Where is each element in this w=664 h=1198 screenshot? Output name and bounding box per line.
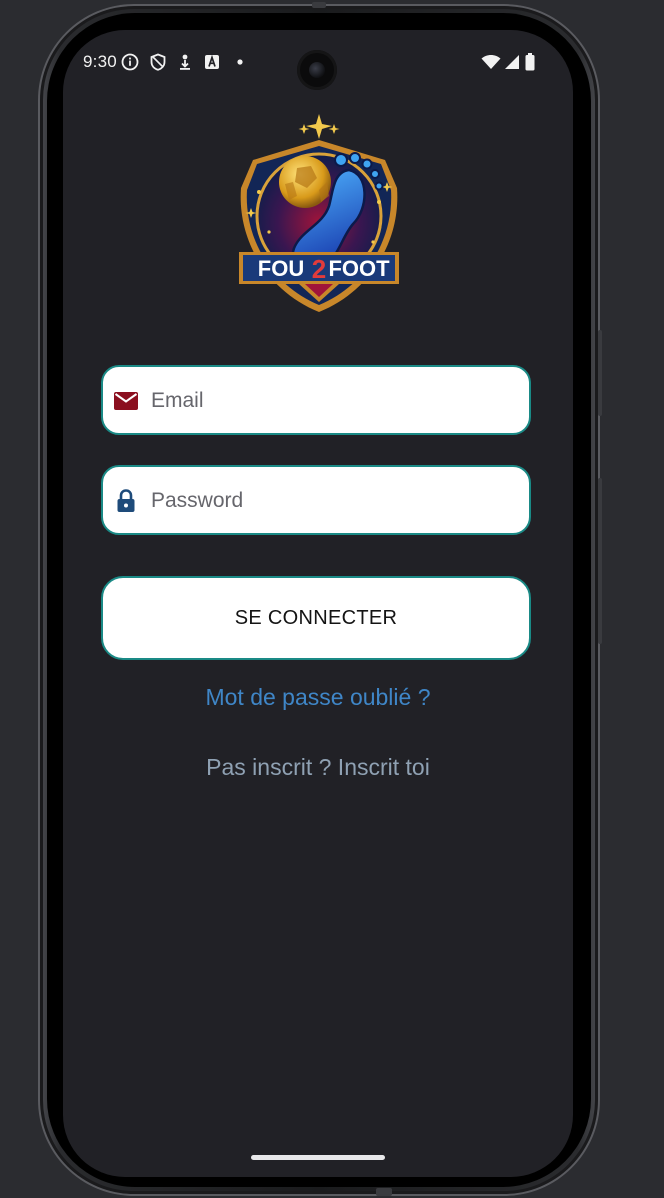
shield-icon — [149, 53, 167, 71]
front-camera — [297, 50, 337, 90]
forgot-password-link[interactable]: Mot de passe oublié ? — [63, 684, 573, 711]
battery-icon — [524, 53, 536, 71]
home-indicator[interactable] — [251, 1155, 385, 1160]
signal-icon — [503, 53, 521, 71]
lock-icon — [113, 488, 139, 514]
info-icon — [121, 53, 139, 71]
volume-button — [598, 478, 602, 644]
app-screen: 9:30 FOU 2 FOOT Email SE CONNECTER Mot d… — [63, 30, 573, 1177]
register-link[interactable]: Pas inscrit ? Inscrit toi — [63, 754, 573, 781]
wifi-icon — [481, 53, 501, 71]
power-button — [598, 330, 602, 416]
logo-text-fou: FOU — [258, 256, 304, 281]
dot-icon — [231, 53, 249, 71]
email-input[interactable] — [149, 367, 523, 435]
mail-icon — [113, 388, 139, 414]
password-input[interactable] — [149, 467, 523, 535]
email-field[interactable] — [101, 365, 531, 435]
font-a-icon — [203, 53, 221, 71]
status-time: 9:30 — [83, 52, 117, 71]
logo-text-2: 2 — [312, 254, 326, 284]
fou2foot-logo: FOU 2 FOOT — [239, 114, 399, 312]
top-notch-edge — [312, 2, 326, 8]
location-download-icon — [176, 53, 194, 71]
status-bar: 9:30 — [63, 30, 573, 96]
bottom-port — [376, 1188, 392, 1196]
password-field[interactable] — [101, 465, 531, 535]
logo-text-foot: FOOT — [328, 256, 390, 281]
login-button[interactable]: SE CONNECTER — [101, 576, 531, 660]
